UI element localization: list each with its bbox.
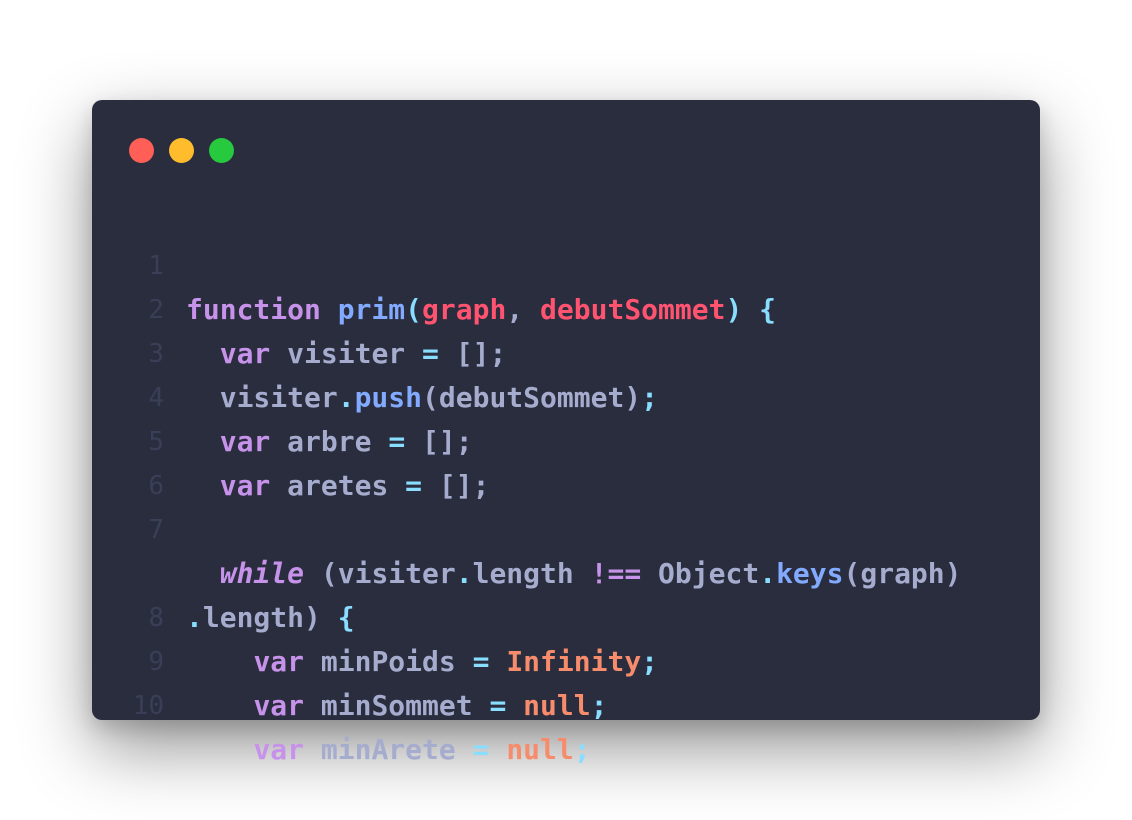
code-line: 6 — [92, 420, 1040, 501]
code-line-wrap: .length) { — [92, 508, 1040, 634]
close-window-icon[interactable] — [129, 138, 154, 163]
code-line: 8 var minPoids = Infinity; — [92, 552, 1040, 678]
code-text: var minSommet = null; — [253, 689, 608, 722]
line-number: 10 — [132, 691, 164, 721]
code-line: 7 while (visiter.length !== Object.keys(… — [92, 464, 1040, 590]
code-line: 1 function prim(graph, debutSommet) { — [92, 200, 1040, 326]
code-line: 2 var visiter = []; — [92, 244, 1040, 370]
code-window: 1 function prim(graph, debutSommet) { 2 … — [92, 100, 1040, 766]
code-line: 3 visiter.push(debutSommet); — [92, 288, 1040, 414]
code-line: 4 var arbre = []; — [92, 332, 1040, 458]
code-line: 10 var minArete = null; — [92, 640, 1040, 766]
code-line: 9 var minSommet = null; — [92, 596, 1040, 722]
code-line: 5 var aretes = []; — [92, 376, 1040, 502]
minimize-window-icon[interactable] — [169, 138, 194, 163]
code-text: var minArete = null; — [253, 733, 591, 766]
code-editor: 1 function prim(graph, debutSommet) { 2 … — [92, 200, 1040, 766]
maximize-window-icon[interactable] — [209, 138, 234, 163]
